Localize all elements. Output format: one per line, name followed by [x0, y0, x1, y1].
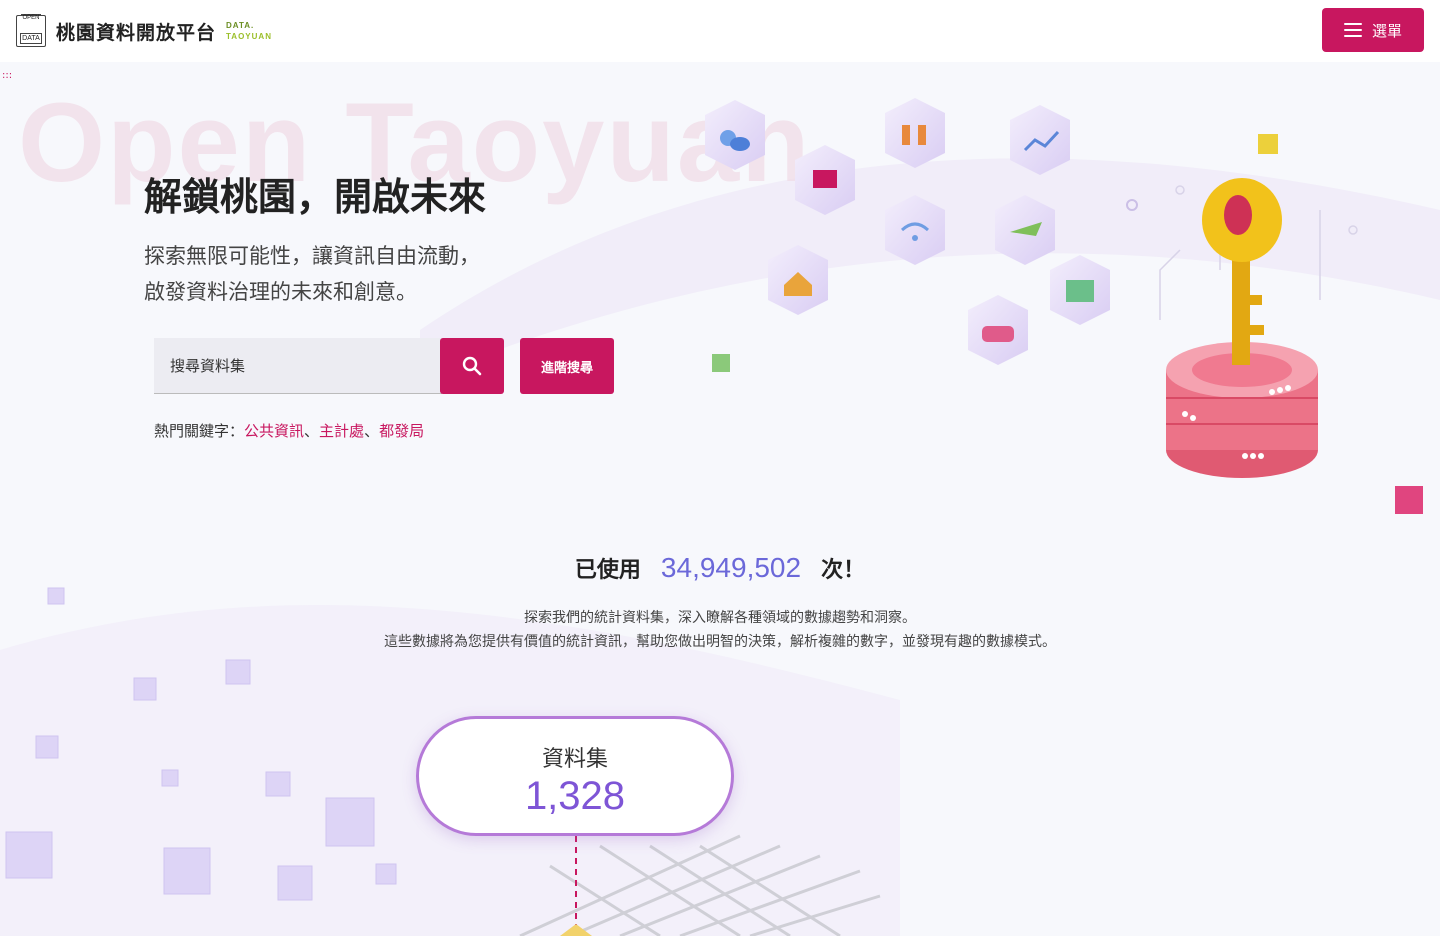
- usage-count: 34,949,502: [660, 552, 802, 583]
- people-icon: [885, 98, 945, 168]
- hero-description-line2: 啟發資料治理的未來和創意。: [144, 280, 417, 304]
- hot-keywords-label: 熱門關鍵字：: [154, 422, 245, 440]
- hero-description: 探索無限可能性，讓資訊自由流動， 啟發資料治理的未來和創意。: [144, 238, 480, 310]
- wifi-icon: [885, 195, 945, 265]
- plane-icon: [995, 195, 1055, 265]
- keyword-separator: 、: [364, 422, 380, 440]
- advanced-search-button[interactable]: 進階搜尋: [520, 338, 614, 394]
- search-icon: [462, 356, 482, 376]
- keyword-link-urban-dev[interactable]: 都發局: [379, 422, 424, 440]
- stats-intro-line2: 這些數據將為您提供有價值的統計資訊，幫助您做出明智的決策，解析複雜的數字，並發現…: [384, 634, 1056, 650]
- hot-keywords: 熱門關鍵字：公共資訊、主計處、都發局: [154, 420, 424, 441]
- dataset-count-card[interactable]: 資料集 1,328: [416, 716, 734, 836]
- usage-prefix: 已使用: [574, 558, 641, 583]
- search-placeholder: 搜尋資料集: [170, 357, 246, 375]
- search-input[interactable]: 搜尋資料集: [154, 338, 442, 394]
- hero-description-line1: 探索無限可能性，讓資訊自由流動，: [144, 244, 480, 268]
- keyword-link-public-info[interactable]: 公共資訊: [244, 422, 304, 440]
- building-icon: [1050, 255, 1110, 325]
- car-icon: [968, 295, 1028, 365]
- hero-illustration: [705, 98, 1423, 514]
- weather-icon: [705, 100, 765, 170]
- stats-intro-line1: 探索我們的統計資料集，深入瞭解各種領域的數據趨勢和洞察。: [524, 610, 916, 626]
- hero-title: 解鎖桃園，開啟未來: [144, 175, 487, 219]
- dataset-count: 1,328: [524, 774, 626, 818]
- usage-counter: 已使用 34,949,502 次！: [0, 552, 1440, 584]
- key-icon: [1202, 178, 1282, 365]
- keyword-link-accounting[interactable]: 主計處: [319, 422, 364, 440]
- home-icon: [768, 245, 828, 315]
- search-button[interactable]: [440, 338, 504, 394]
- keyword-separator: 、: [304, 422, 320, 440]
- map-icon: [795, 145, 855, 215]
- stats-intro: 探索我們的統計資料集，深入瞭解各種領域的數據趨勢和洞察。 這些數據將為您提供有價…: [0, 606, 1440, 654]
- usage-suffix: 次！: [821, 558, 866, 583]
- chart-icon: [1010, 105, 1070, 175]
- grid-floor: [519, 834, 881, 936]
- dataset-label: 資料集: [541, 747, 608, 772]
